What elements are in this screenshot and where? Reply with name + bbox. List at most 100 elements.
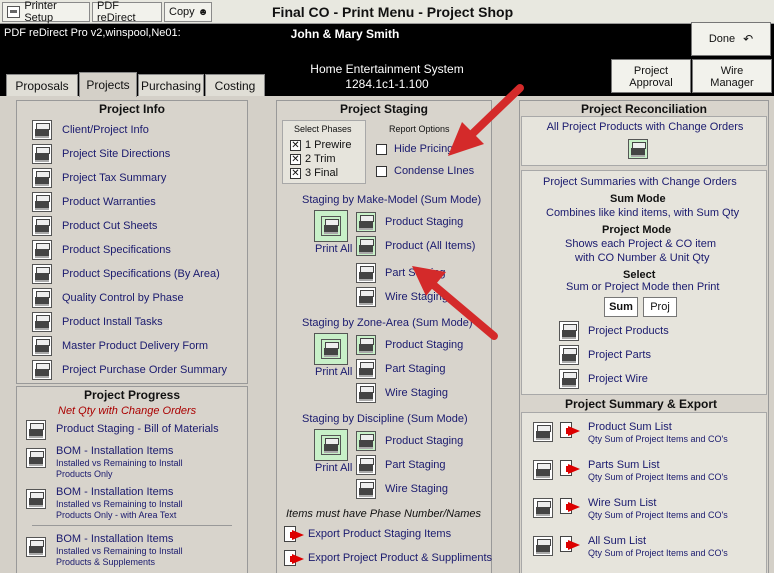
phase-final-checkbox[interactable]: ✕ bbox=[290, 168, 301, 179]
project-approval-button[interactable]: Project Approval bbox=[611, 59, 691, 93]
mm-product-all-link[interactable]: Product (All Items) bbox=[385, 240, 475, 252]
d-product-staging-link[interactable]: Product Staging bbox=[385, 435, 463, 447]
d-wire-staging-link[interactable]: Wire Staging bbox=[385, 483, 448, 495]
export-staging-icon[interactable] bbox=[284, 526, 306, 544]
print-po-summary-icon[interactable] bbox=[32, 360, 52, 380]
site-directions-link[interactable]: Project Site Directions bbox=[62, 148, 170, 160]
print-cut-sheets-icon[interactable] bbox=[32, 216, 52, 236]
print-all-make-model-button[interactable] bbox=[314, 210, 348, 242]
print-product-sum-icon[interactable] bbox=[533, 422, 553, 442]
export-product-sum-icon[interactable] bbox=[560, 422, 582, 440]
mm-product-staging-link[interactable]: Product Staging bbox=[385, 216, 463, 228]
specifications-link[interactable]: Product Specifications bbox=[62, 244, 171, 256]
bom-area-text-sub-1: Installed vs Remaining to Install bbox=[56, 499, 183, 509]
bom-area-text-link[interactable]: BOM - Installation Items bbox=[56, 486, 173, 498]
export-parts-sum-icon[interactable] bbox=[560, 460, 582, 478]
po-summary-link[interactable]: Project Purchase Order Summary bbox=[62, 364, 227, 376]
print-d-part-staging-icon[interactable] bbox=[356, 455, 376, 475]
specs-by-area-link[interactable]: Product Specifications (By Area) bbox=[62, 268, 220, 280]
print-delivery-form-icon[interactable] bbox=[32, 336, 52, 356]
print-all-zone-area-button[interactable] bbox=[314, 333, 348, 365]
print-project-wire-icon[interactable] bbox=[559, 369, 579, 389]
print-all-products-icon[interactable] bbox=[628, 139, 648, 159]
copy-button[interactable]: Copy ☻ bbox=[164, 2, 212, 22]
mm-wire-staging-link[interactable]: Wire Staging bbox=[385, 291, 448, 303]
za-wire-staging-link[interactable]: Wire Staging bbox=[385, 387, 448, 399]
select-desc: Sum or Project Mode then Print bbox=[566, 281, 720, 293]
print-project-products-icon[interactable] bbox=[559, 321, 579, 341]
print-warranties-icon[interactable] bbox=[32, 192, 52, 212]
print-all-discipline-label: Print All bbox=[315, 462, 353, 474]
install-tasks-link[interactable]: Product Install Tasks bbox=[62, 316, 163, 328]
product-sum-list-link[interactable]: Product Sum List bbox=[588, 421, 672, 433]
sum-mode-button[interactable]: Sum bbox=[604, 297, 638, 317]
print-mm-product-all-icon[interactable] bbox=[356, 236, 376, 256]
print-wire-sum-icon[interactable] bbox=[533, 498, 553, 518]
export-all-sum-icon[interactable] bbox=[560, 536, 582, 554]
print-bill-of-materials-icon[interactable] bbox=[26, 420, 46, 440]
print-site-directions-icon[interactable] bbox=[32, 144, 52, 164]
print-tax-summary-icon[interactable] bbox=[32, 168, 52, 188]
print-za-part-staging-icon[interactable] bbox=[356, 359, 376, 379]
project-products-link[interactable]: Project Products bbox=[588, 325, 669, 337]
project-mode-label: Project Mode bbox=[602, 224, 672, 236]
tab-projects[interactable]: Projects bbox=[79, 72, 137, 97]
print-specs-by-area-icon[interactable] bbox=[32, 264, 52, 284]
done-button[interactable]: Done ↶ bbox=[691, 22, 771, 56]
print-za-wire-staging-icon[interactable] bbox=[356, 383, 376, 403]
wire-manager-button[interactable]: Wire Manager bbox=[692, 59, 772, 93]
print-parts-sum-icon[interactable] bbox=[533, 460, 553, 480]
export-wire-sum-icon[interactable] bbox=[560, 498, 582, 516]
phase-prewire-checkbox[interactable]: ✕ bbox=[290, 140, 301, 151]
printer-icon bbox=[321, 339, 341, 359]
mm-part-staging-link[interactable]: Part Staging bbox=[385, 267, 446, 279]
print-bom-area-text-icon[interactable] bbox=[26, 489, 46, 509]
print-d-product-staging-icon[interactable] bbox=[356, 431, 376, 451]
print-bom-supplements-icon[interactable] bbox=[26, 537, 46, 557]
wire-sum-list-sub: Qty Sum of Project Items and CO's bbox=[588, 510, 728, 520]
print-all-sum-icon[interactable] bbox=[533, 536, 553, 556]
project-parts-link[interactable]: Project Parts bbox=[588, 349, 651, 361]
parts-sum-list-link[interactable]: Parts Sum List bbox=[588, 459, 660, 471]
pdf-redirect-button[interactable]: PDF reDirect bbox=[92, 0, 162, 24]
bom-products-link[interactable]: BOM - Installation Items bbox=[56, 445, 173, 457]
tab-purchasing[interactable]: Purchasing bbox=[138, 74, 204, 96]
print-all-discipline-button[interactable] bbox=[314, 429, 348, 461]
print-mm-wire-staging-icon[interactable] bbox=[356, 287, 376, 307]
print-mm-product-staging-icon[interactable] bbox=[356, 212, 376, 232]
phase-trim-checkbox[interactable]: ✕ bbox=[290, 154, 301, 165]
warranties-link[interactable]: Product Warranties bbox=[62, 196, 156, 208]
wire-sum-list-link[interactable]: Wire Sum List bbox=[588, 497, 656, 509]
print-za-product-staging-icon[interactable] bbox=[356, 335, 376, 355]
bom-supplements-link[interactable]: BOM - Installation Items bbox=[56, 533, 173, 545]
bill-of-materials-link[interactable]: Product Staging - Bill of Materials bbox=[56, 423, 219, 435]
all-sum-list-link[interactable]: All Sum List bbox=[588, 535, 646, 547]
tax-summary-link[interactable]: Project Tax Summary bbox=[62, 172, 166, 184]
print-d-wire-staging-icon[interactable] bbox=[356, 479, 376, 499]
proj-mode-button[interactable]: Proj bbox=[643, 297, 677, 317]
project-wire-link[interactable]: Project Wire bbox=[588, 373, 648, 385]
export-suppliments-icon[interactable] bbox=[284, 550, 306, 568]
print-specifications-icon[interactable] bbox=[32, 240, 52, 260]
net-qty-note: Net Qty with Change Orders bbox=[58, 405, 197, 417]
hide-pricing-label: Hide Pricing bbox=[394, 143, 454, 155]
delivery-form-link[interactable]: Master Product Delivery Form bbox=[62, 340, 208, 352]
za-part-staging-link[interactable]: Part Staging bbox=[385, 363, 446, 375]
printer-setup-button[interactable]: Printer Setup bbox=[2, 0, 90, 24]
export-staging-link[interactable]: Export Product Staging Items bbox=[308, 528, 451, 540]
quality-control-link[interactable]: Quality Control by Phase bbox=[62, 292, 184, 304]
za-product-staging-link[interactable]: Product Staging bbox=[385, 339, 463, 351]
hide-pricing-checkbox[interactable] bbox=[376, 144, 387, 155]
condense-lines-checkbox[interactable] bbox=[376, 166, 387, 177]
d-part-staging-link[interactable]: Part Staging bbox=[385, 459, 446, 471]
tab-proposals[interactable]: Proposals bbox=[6, 74, 78, 96]
print-mm-part-staging-icon[interactable] bbox=[356, 263, 376, 283]
print-project-parts-icon[interactable] bbox=[559, 345, 579, 365]
export-suppliments-link[interactable]: Export Project Product & Suppliments bbox=[308, 552, 492, 564]
print-bom-products-icon[interactable] bbox=[26, 448, 46, 468]
print-install-tasks-icon[interactable] bbox=[32, 312, 52, 332]
project-reconciliation-title: Project Reconciliation bbox=[580, 102, 708, 116]
cut-sheets-link[interactable]: Product Cut Sheets bbox=[62, 220, 157, 232]
print-quality-control-icon[interactable] bbox=[32, 288, 52, 308]
tab-costing[interactable]: Costing bbox=[205, 74, 265, 96]
